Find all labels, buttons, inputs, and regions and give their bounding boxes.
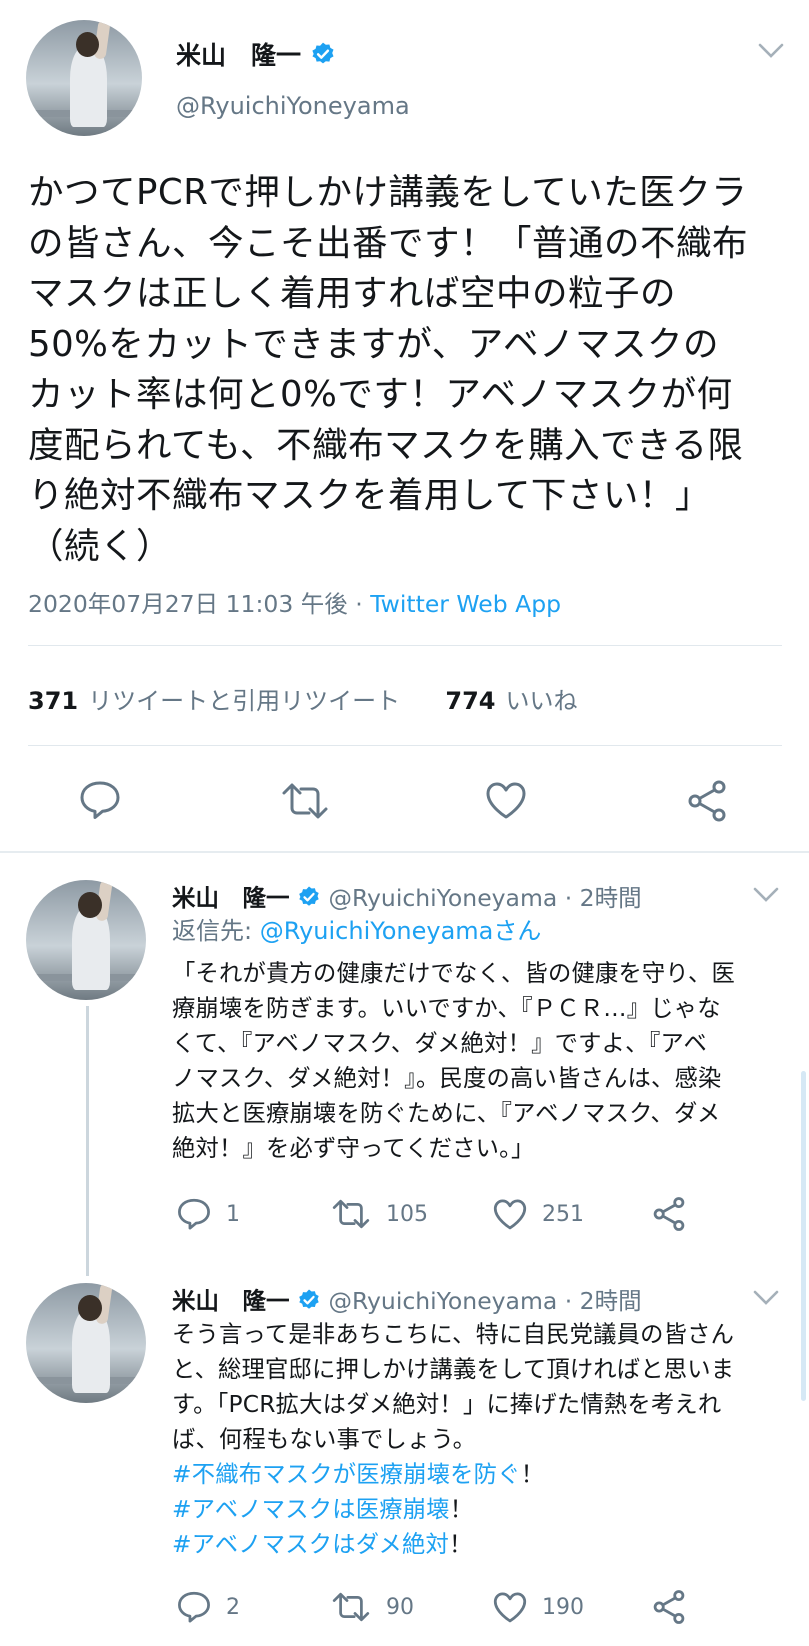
reply-icon: [178, 1198, 210, 1230]
tweet-text-line: カット率は何と0%です！アベノマスクが何: [28, 374, 733, 415]
hashtag-line: #アベノマスクはダメ絶対！: [172, 1527, 792, 1562]
reply-text-line: ノマスク、ダメ絶対！』。民度の高い皆さんは、感染: [172, 1065, 722, 1092]
share-button[interactable]: [651, 1589, 687, 1625]
retweet-button[interactable]: 90: [330, 1591, 414, 1623]
like-icon: [486, 782, 526, 819]
tweet-meta: 2020年07月27日 11:03 午後 · Twitter Web App: [28, 585, 561, 619]
reply-text-line: 「それが貴方の健康だけでなく、皆の健康を守り、医: [172, 960, 735, 987]
chevron-down-icon[interactable]: [752, 1289, 780, 1311]
verified-badge-icon: [297, 885, 321, 915]
reply-header[interactable]: 米山 隆一 @RyuichiYoneyama · 2時間: [172, 1282, 642, 1318]
author-name: 米山 隆一: [176, 41, 302, 70]
reply-button[interactable]: 1: [176, 1197, 240, 1231]
reply-text-line: 拡大と医療崩壊を防ぐために、『アベノマスク、ダメ: [172, 1100, 721, 1127]
likes-count: 774: [445, 687, 496, 715]
avatar[interactable]: [26, 20, 142, 136]
reply-author-name: 米山 隆一: [172, 884, 290, 912]
share-icon: [653, 1197, 685, 1231]
like-button[interactable]: 251: [492, 1197, 584, 1231]
hashtag-link[interactable]: #アベノマスクは医療崩壊: [172, 1496, 450, 1523]
reply-button[interactable]: [78, 779, 122, 821]
share-button[interactable]: [685, 779, 729, 823]
tweet-text-line: かつてPCRで押しかけ講義をしていた医クラ: [28, 172, 748, 213]
chevron-down-icon[interactable]: [752, 886, 780, 908]
hashtag-suffix: ！: [449, 1531, 473, 1558]
verified-badge-icon: [297, 1288, 321, 1318]
retweet-icon: [332, 1592, 370, 1622]
tweet-text-line: 度配られても、不織布マスクを購入できる限: [28, 424, 744, 466]
reply-icon: [80, 781, 120, 819]
retweet-button[interactable]: 105: [330, 1198, 428, 1230]
tweet-text-line: マスクは正しく着用すれば空中の粒子の: [28, 273, 677, 314]
chevron-down-icon[interactable]: [757, 42, 785, 64]
hashtag-suffix: ！: [520, 1461, 545, 1488]
divider: [28, 745, 782, 746]
like-button[interactable]: 190: [492, 1590, 584, 1624]
reply-text: 「それが貴方の健康だけでなく、皆の健康を守り、医 療崩壊を防ぎます。いいですか、『…: [172, 956, 792, 1166]
like-icon: [493, 1592, 527, 1623]
reply-count: 2: [226, 1594, 240, 1620]
reply-icon: [178, 1591, 210, 1623]
reply-text-line: す。「PCR拡大はダメ絶対！」に捧げた情熱を考えれ: [172, 1391, 722, 1418]
like-icon: [493, 1199, 527, 1230]
reply-text-line: そう言って是非あちこちに、特に自民党議員の皆さん: [172, 1321, 735, 1348]
reply-to: 返信先: @RyuichiYoneyamaさん: [172, 911, 541, 946]
like-count: 251: [542, 1201, 584, 1227]
author-name-row[interactable]: 米山 隆一: [176, 36, 336, 73]
avatar[interactable]: [26, 1283, 146, 1403]
client-link[interactable]: Twitter Web App: [370, 590, 561, 618]
share-icon: [653, 1590, 685, 1624]
reply-text-line: と、総理官邸に押しかけ講義をして頂ければと思いま: [172, 1356, 735, 1383]
retweets-stat[interactable]: 371 リツイートと引用リツイート: [28, 687, 400, 715]
tweet-stats: 371 リツイートと引用リツイート 774 いいね: [28, 681, 578, 716]
reply-handle: @RyuichiYoneyama · 2時間: [328, 884, 642, 912]
section-divider: [0, 851, 809, 853]
reply-text-line: 療崩壊を防ぎます。いいですか、『ＰＣＲ…』じゃな: [172, 995, 721, 1022]
likes-label: いいね: [505, 687, 578, 715]
tweet-text-line: り絶対不織布マスクを着用して下さい！」: [28, 475, 711, 516]
retweet-count: 105: [386, 1201, 428, 1227]
likes-stat[interactable]: 774 いいね: [445, 687, 577, 715]
like-button[interactable]: [484, 780, 528, 820]
reply-text: そう言って是非あちこちに、特に自民党議員の皆さん と、総理官邸に押しかけ講義をして…: [172, 1317, 792, 1562]
like-count: 190: [542, 1594, 584, 1620]
avatar[interactable]: [26, 880, 146, 1000]
reply-header[interactable]: 米山 隆一 @RyuichiYoneyama · 2時間: [172, 879, 642, 915]
hashtag-line: #不織布マスクが医療崩壊を防ぐ！: [172, 1457, 792, 1492]
reply-text-line: くて、『アベノマスク、ダメ絶対！』ですよ、『アベ: [172, 1030, 708, 1057]
reply-text-line: ば、何程もない事でしょう。: [172, 1426, 477, 1453]
thread-line: [86, 1006, 89, 1276]
tweet-text-line: 50%をカットできますが、アベノマスクの: [28, 323, 719, 365]
tweet-text: かつてPCRで押しかけ講義をしていた医クラ の皆さん、今こそ出番です！「普通の不織…: [28, 168, 788, 572]
retweets-label: リツイートと引用リツイート: [88, 687, 401, 715]
tweet-text-line: （続く）: [28, 525, 173, 567]
hashtag-suffix: ！: [449, 1496, 474, 1523]
retweet-count: 90: [386, 1594, 414, 1620]
retweet-button[interactable]: [280, 781, 330, 821]
reply-to-handle[interactable]: @RyuichiYoneyamaさん: [260, 917, 542, 945]
tweet-text-line: の皆さん、今こそ出番です！「普通の不織布: [28, 222, 749, 264]
hashtag-link[interactable]: #アベノマスクはダメ絶対: [172, 1531, 449, 1558]
verified-badge-icon: [310, 41, 336, 73]
scrollbar[interactable]: [801, 1071, 806, 1401]
share-icon: [688, 780, 726, 822]
hashtag-link[interactable]: #不織布マスクが医療崩壊を防ぐ: [172, 1461, 521, 1488]
reply-to-label: 返信先:: [172, 917, 260, 945]
retweet-icon: [282, 783, 328, 819]
retweet-icon: [332, 1199, 370, 1229]
reply-handle: @RyuichiYoneyama · 2時間: [328, 1287, 642, 1315]
retweets-count: 371: [28, 687, 79, 715]
reply-author-name: 米山 隆一: [172, 1287, 290, 1315]
hashtag-line: #アベノマスクは医療崩壊！: [172, 1492, 792, 1527]
divider: [28, 645, 782, 646]
author-handle[interactable]: @RyuichiYoneyama: [176, 92, 410, 120]
timestamp: 2020年07月27日 11:03 午後 ·: [28, 590, 371, 618]
share-button[interactable]: [651, 1196, 687, 1232]
reply-count: 1: [226, 1201, 240, 1227]
reply-text-line: 絶対！』を必ず守ってください。」: [172, 1135, 535, 1162]
reply-button[interactable]: 2: [176, 1590, 240, 1624]
